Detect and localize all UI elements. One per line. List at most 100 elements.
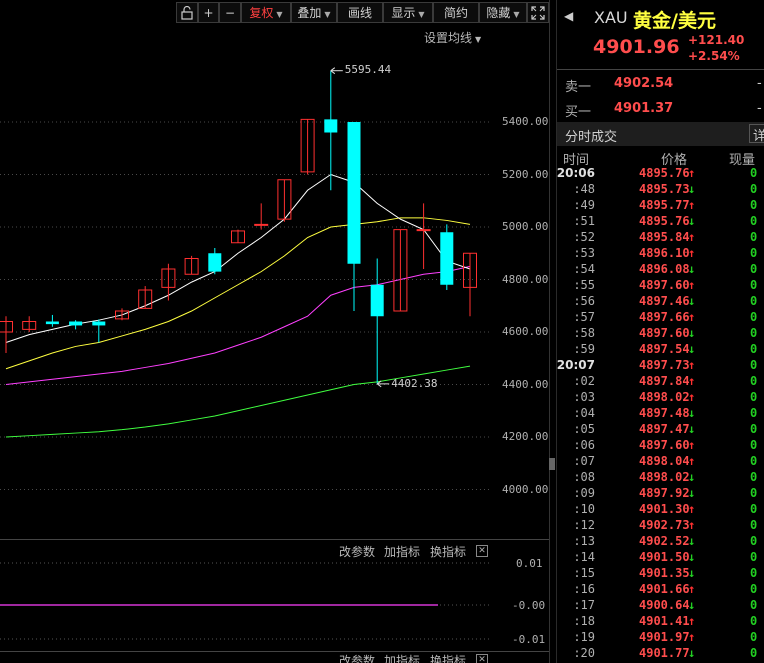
tick-volume: 0 — [750, 166, 758, 180]
arrow-up-icon: ↑ — [688, 166, 696, 180]
pane1-close-icon[interactable]: ✕ — [476, 545, 488, 557]
tick-volume: 0 — [750, 502, 758, 516]
price-axis-label: 4800.00 — [502, 272, 549, 286]
unlock-icon[interactable] — [176, 2, 198, 23]
huaxian-button[interactable]: 画线 — [337, 2, 383, 23]
ticks-section-header: 分时成交 详 — [557, 122, 764, 146]
candle — [254, 203, 269, 230]
tick-row: :18 4901.41 ↑ 0 — [557, 614, 764, 630]
tick-time: 20:07 — [557, 358, 595, 372]
tick-time: :15 — [573, 566, 595, 580]
tick-row: :53 4896.10 ↑ 0 — [557, 246, 764, 262]
tick-row: :05 4897.47 ↓ 0 — [557, 422, 764, 438]
tick-time: :12 — [573, 518, 595, 532]
pane2-change-params[interactable]: 改参数 — [339, 652, 375, 663]
price-change: +121.40 — [688, 33, 745, 47]
tick-time: 20:06 — [557, 166, 595, 180]
sell-price: 4902.54 — [614, 76, 674, 91]
ticks-list[interactable]: 20:06 4895.76 ↑ 0:48 4895.73 ↓ 0:49 4895.77 ↑ 0:5… — [557, 166, 764, 663]
triangle-down-icon: ▼ — [324, 10, 331, 19]
triangle-down-icon: ▼ — [276, 10, 283, 19]
tick-price: 4897.60 — [639, 438, 690, 452]
quote-header: ◀ XAU 黄金/美元 — [557, 6, 764, 32]
buy-label: 买一 — [565, 105, 592, 120]
candle — [115, 308, 129, 321]
tick-price: 4895.76 — [639, 166, 690, 180]
tick-price: 4895.76 — [639, 214, 690, 228]
pane1-change-params[interactable]: 改参数 — [339, 543, 375, 560]
zoom-in-icon[interactable]: + — [198, 2, 219, 23]
pane2-close-icon[interactable]: ✕ — [476, 654, 488, 663]
chart-grid — [0, 121, 490, 490]
arrow-up-icon: ↑ — [688, 310, 696, 324]
arrow-up-icon: ↑ — [688, 246, 696, 260]
pane1-axis-mid: -0.00 — [512, 599, 546, 612]
xianshi-label: 显示 — [391, 6, 416, 20]
yincang-menu[interactable]: 隐藏 ▼ — [479, 2, 527, 23]
tick-row: :57 4897.66 ↑ 0 — [557, 310, 764, 326]
tick-volume: 0 — [750, 598, 758, 612]
tick-time: :10 — [573, 502, 595, 516]
tick-volume: 0 — [750, 198, 758, 212]
symbol-code: XAU — [594, 8, 628, 27]
quote-price-block: 4901.96 +121.40 +2.54% — [557, 32, 764, 66]
diejia-menu[interactable]: 叠加 ▼ — [291, 2, 337, 23]
tick-time: :09 — [573, 486, 595, 500]
tick-volume: 0 — [750, 310, 758, 324]
price-axis-label: 4600.00 — [502, 325, 549, 338]
tick-price: 4895.84 — [639, 230, 690, 244]
yincang-label: 隐藏 — [486, 6, 511, 20]
tick-row: :17 4900.64 ↓ 0 — [557, 598, 764, 614]
pane2-swap-indicator[interactable]: 换指标 — [430, 652, 466, 663]
tick-row: :16 4901.66 ↑ 0 — [557, 582, 764, 598]
low-marker-label: 4402.38 — [391, 376, 438, 390]
sell-row: 卖一 4902.54 - — [557, 74, 764, 95]
detail-button[interactable]: 详 — [749, 124, 764, 144]
candle — [45, 314, 59, 327]
pane1-swap-indicator[interactable]: 换指标 — [430, 543, 466, 560]
candle — [393, 229, 408, 312]
tick-price: 4896.10 — [639, 246, 690, 260]
candle — [161, 263, 176, 301]
tick-price: 4897.46 — [639, 294, 690, 308]
quote-separator — [557, 69, 764, 70]
fullscreen-icon[interactable] — [527, 2, 549, 23]
candle — [440, 224, 454, 290]
tick-volume: 0 — [750, 518, 758, 532]
jianyue-label: 简约 — [443, 6, 468, 20]
tick-price: 4901.66 — [639, 582, 690, 596]
tick-volume: 0 — [750, 358, 758, 372]
tick-row: :59 4897.54 ↓ 0 — [557, 342, 764, 358]
ticks-section-title: 分时成交 — [565, 130, 618, 145]
tick-price: 4895.73 — [639, 182, 690, 196]
tick-volume: 0 — [750, 454, 758, 468]
candlestick-chart[interactable] — [0, 26, 550, 536]
pane1-add-indicator[interactable]: 加指标 — [384, 543, 420, 560]
huaxian-label: 画线 — [347, 6, 372, 20]
tick-volume: 0 — [750, 646, 758, 660]
tick-time: :04 — [573, 406, 595, 420]
candle — [277, 179, 292, 222]
high-marker-label: 5595.44 — [344, 62, 392, 76]
pane1-axis-top: 0.01 — [516, 557, 543, 570]
pane2-add-indicator[interactable]: 加指标 — [384, 652, 420, 663]
candle-body — [370, 284, 384, 317]
pane2-toolbar: 改参数 加指标 换指标 — [0, 652, 549, 663]
back-arrow-icon[interactable]: ◀ — [564, 9, 573, 23]
xianshi-menu[interactable]: 显示 ▼ — [383, 2, 433, 23]
tick-row: :54 4896.08 ↓ 0 — [557, 262, 764, 278]
candle — [138, 286, 153, 309]
buy-price: 4901.37 — [614, 101, 674, 116]
arrow-up-icon: ↑ — [688, 454, 696, 468]
pane1-separator — [0, 539, 549, 540]
fuquan-menu[interactable]: 复权 ▼ — [241, 2, 291, 23]
tick-volume: 0 — [750, 214, 758, 228]
tick-volume: 0 — [750, 406, 758, 420]
arrow-up-icon: ↑ — [688, 198, 696, 212]
zoom-out-icon[interactable]: − — [219, 2, 241, 23]
tick-price: 4897.92 — [639, 486, 690, 500]
splitter-handle[interactable] — [549, 458, 555, 470]
buy-volume: - — [757, 101, 762, 116]
tick-time: :19 — [573, 630, 595, 644]
jianyue-button[interactable]: 简约 — [433, 2, 479, 23]
